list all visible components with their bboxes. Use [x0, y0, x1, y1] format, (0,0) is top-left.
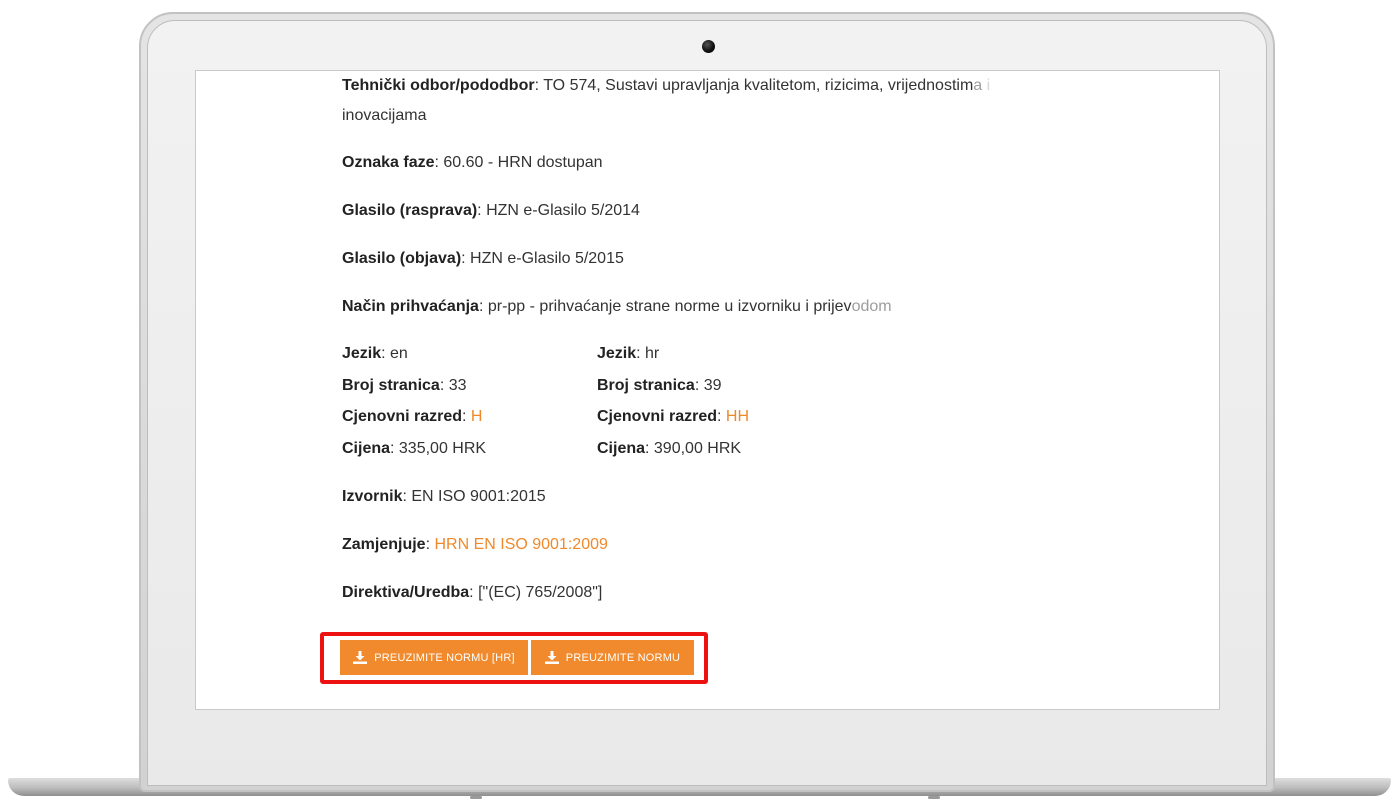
download-button-label: PREUZIMITE NORMU: [565, 651, 681, 664]
adoption-method-value-fade: odom: [851, 298, 892, 315]
phase-code-label: Oznaka faze: [342, 154, 435, 171]
technical-committee-value-fade: a: [973, 77, 983, 94]
directive-value: ["(EC) 765/2008"]: [478, 584, 603, 601]
price-class-row-hr: Cjenovni razred: HH: [597, 408, 750, 425]
technical-committee-row: Tehnički odbor/pododbor: TO 574, Sustavi…: [342, 77, 991, 94]
price-class-link[interactable]: H: [471, 408, 483, 425]
adoption-method-label: Način prihvaćanja: [342, 298, 479, 315]
pages-row-hr: Broj stranica: 39: [597, 377, 722, 394]
gazette-discussion-row: Glasilo (rasprava): HZN e-Glasilo 5/2014: [342, 202, 640, 219]
gazette-publication-row: Glasilo (objava): HZN e-Glasilo 5/2015: [342, 250, 624, 267]
directive-row: Direktiva/Uredba: ["(EC) 765/2008"]: [342, 584, 603, 601]
price-label: Cijena: [342, 440, 391, 457]
price-class-label: Cjenovni razred: [342, 408, 463, 425]
pages-row-en: Broj stranica: 33: [342, 377, 467, 394]
replaces-link[interactable]: HRN EN ISO 9001:2009: [434, 536, 607, 553]
technical-committee-value-line2: inovacijama: [342, 107, 427, 124]
laptop-mockup: Tehnički odbor/pododbor: TO 574, Sustavi…: [0, 0, 1399, 804]
replaces-row: Zamjenjuje: HRN EN ISO 9001:2009: [342, 536, 608, 553]
replaces-label: Zamjenjuje: [342, 536, 426, 553]
price-class-link[interactable]: HH: [726, 408, 749, 425]
download-icon: [544, 651, 559, 664]
price-class-row-en: Cjenovni razred: H: [342, 408, 483, 425]
pages-label: Broj stranica: [597, 377, 695, 394]
technical-committee-row-line2: inovacijama: [342, 106, 426, 126]
original-value: EN ISO 9001:2015: [411, 488, 546, 505]
gazette-publication-label: Glasilo (objava): [342, 250, 462, 267]
laptop-foot-left: [470, 796, 482, 799]
technical-committee-label: Tehnički odbor/pododbor: [342, 77, 535, 94]
pages-value: 39: [703, 377, 722, 394]
pages-label: Broj stranica: [342, 377, 440, 394]
price-row-en: Cijena: 335,00 HRK: [342, 440, 487, 457]
technical-committee-value: TO 574, Sustavi upravljanja kvalitetom, …: [543, 77, 974, 94]
download-hr-button[interactable]: PREUZIMITE NORMU [HR]: [340, 640, 528, 675]
phase-code-value: 60.60 - HRN dostupan: [443, 154, 603, 171]
gazette-discussion-label: Glasilo (rasprava): [342, 202, 478, 219]
language-value: en: [390, 345, 408, 362]
language-label: Jezik: [342, 345, 382, 362]
price-class-label: Cjenovni razred: [597, 408, 718, 425]
laptop-foot-right: [928, 796, 940, 799]
gazette-discussion-value: HZN e-Glasilo 5/2014: [486, 202, 640, 219]
original-row: Izvornik: EN ISO 9001:2015: [342, 488, 546, 505]
price-row-hr: Cijena: 390,00 HRK: [597, 440, 742, 457]
download-hr-button-label: PREUZIMITE NORMU [HR]: [374, 651, 515, 664]
gazette-publication-value: HZN e-Glasilo 5/2015: [470, 250, 624, 267]
language-value: hr: [645, 345, 660, 362]
pages-value: 33: [448, 377, 467, 394]
download-icon: [353, 651, 368, 664]
camera-icon: [702, 40, 715, 53]
technical-committee-value-fade2: i: [982, 77, 991, 94]
laptop-screen: Tehnički odbor/pododbor: TO 574, Sustavi…: [195, 70, 1220, 710]
original-label: Izvornik: [342, 488, 403, 505]
download-button[interactable]: PREUZIMITE NORMU: [531, 640, 694, 675]
language-label: Jezik: [597, 345, 637, 362]
price-value: 390,00 HRK: [653, 440, 742, 457]
adoption-method-value: pr-pp - prihvaćanje strane norme u izvor…: [487, 298, 852, 315]
phase-code-row: Oznaka faze: 60.60 - HRN dostupan: [342, 154, 603, 171]
price-value: 335,00 HRK: [398, 440, 487, 457]
price-label: Cijena: [597, 440, 646, 457]
directive-label: Direktiva/Uredba: [342, 584, 470, 601]
language-row-hr: Jezik: hr: [597, 345, 660, 362]
adoption-method-row: Način prihvaćanja: pr-pp - prihvaćanje s…: [342, 298, 892, 315]
language-row-en: Jezik: en: [342, 345, 408, 362]
